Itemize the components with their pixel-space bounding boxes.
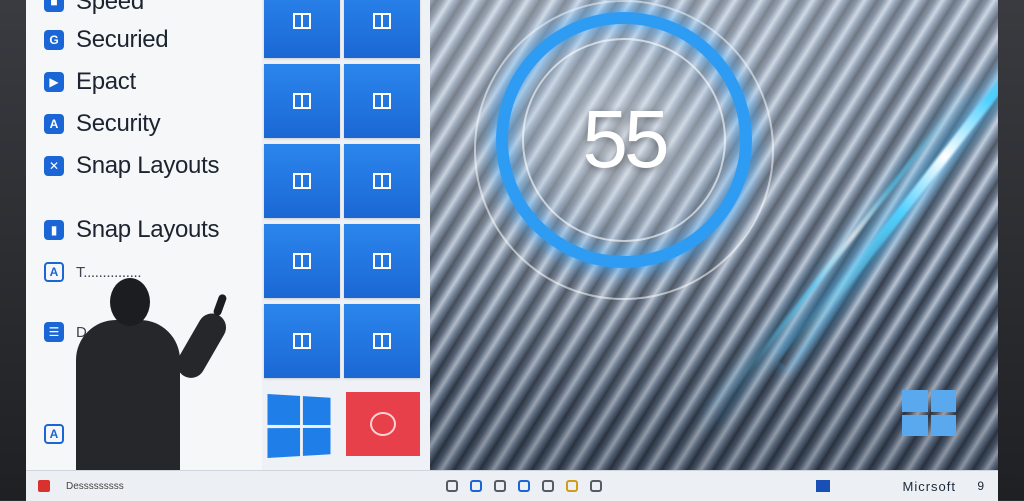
shield-icon: G xyxy=(44,30,64,50)
red-app-tile[interactable] xyxy=(346,392,420,456)
person-head xyxy=(110,278,150,326)
app-icon xyxy=(373,333,391,349)
flag-icon[interactable] xyxy=(816,480,830,492)
taskbar-app-icon[interactable] xyxy=(542,480,554,492)
app-icon xyxy=(293,93,311,109)
app-tile[interactable] xyxy=(344,224,420,298)
alert-icon: A xyxy=(44,262,64,282)
app-tile[interactable] xyxy=(264,304,340,378)
app-icon xyxy=(373,253,391,269)
person-body xyxy=(76,320,180,480)
taskbar-app-icon[interactable] xyxy=(470,480,482,492)
feature-item-securied[interactable]: G Securied xyxy=(44,26,169,54)
feature-label: Snap Layouts xyxy=(76,216,220,243)
feature-label: Securied xyxy=(76,26,169,53)
taskbar-app-label[interactable]: Desssssssss xyxy=(66,481,124,492)
taskbar-pinned-apps xyxy=(446,480,602,492)
taskbar-page-number: 9 xyxy=(977,479,984,493)
person-silhouette xyxy=(72,276,232,480)
lock-icon: A xyxy=(44,114,64,134)
taskbar-app-icon[interactable] xyxy=(590,480,602,492)
snap-icon: ✕ xyxy=(44,156,64,176)
feature-label: Epact xyxy=(76,68,136,95)
feature-item-snap-layouts-2[interactable]: ▮ Snap Layouts xyxy=(44,216,219,244)
app-icon xyxy=(373,173,391,189)
app-icon xyxy=(293,253,311,269)
feature-label: Security xyxy=(76,110,161,137)
taskbar-app-icon[interactable] xyxy=(518,480,530,492)
taskbar-app-icon[interactable] xyxy=(446,480,458,492)
app-tile-grid xyxy=(262,0,430,470)
app-icon xyxy=(293,173,311,189)
feature-item-snap-layouts[interactable]: ✕ Snap Layouts xyxy=(44,152,219,180)
start-icon[interactable] xyxy=(38,480,50,492)
app-tile[interactable] xyxy=(344,64,420,138)
app-tile[interactable] xyxy=(344,0,420,58)
feature-label: Snap Layouts xyxy=(76,152,220,179)
taskbar: Desssssssss Micrsoft 9 xyxy=(26,470,998,501)
layout-icon: ▮ xyxy=(44,220,64,240)
feature-label: Speed xyxy=(76,0,144,15)
feature-item-epact[interactable]: ▶ Epact xyxy=(44,68,136,96)
app-tile[interactable] xyxy=(264,0,340,58)
app-tile[interactable] xyxy=(264,144,340,218)
person-arm xyxy=(171,308,232,383)
settings-icon: ☰ xyxy=(44,322,64,342)
speed-value: 55 xyxy=(582,94,669,185)
play-icon: ▶ xyxy=(44,72,64,92)
taskbar-app-icon[interactable] xyxy=(494,480,506,492)
square-icon: ■ xyxy=(44,0,64,12)
feature-item-speed[interactable]: ■ Speed xyxy=(44,0,144,16)
person-hand xyxy=(212,293,228,317)
app-tile[interactable] xyxy=(344,144,420,218)
windows-logo-icon xyxy=(902,390,956,436)
windows-logo-icon[interactable] xyxy=(267,393,331,459)
feature-item-security[interactable]: A Security xyxy=(44,110,161,138)
app-tile[interactable] xyxy=(344,304,420,378)
app-tile[interactable] xyxy=(264,224,340,298)
taskbar-brand: Micrsoft xyxy=(902,478,956,494)
emoji-icon xyxy=(370,412,396,436)
taskbar-app-icon[interactable] xyxy=(566,480,578,492)
widget-icon: A xyxy=(44,424,64,444)
app-tile[interactable] xyxy=(264,64,340,138)
app-icon xyxy=(293,333,311,349)
app-icon xyxy=(373,93,391,109)
app-icon xyxy=(293,13,311,29)
speed-panel: 55 xyxy=(430,0,998,470)
app-icon xyxy=(373,13,391,29)
